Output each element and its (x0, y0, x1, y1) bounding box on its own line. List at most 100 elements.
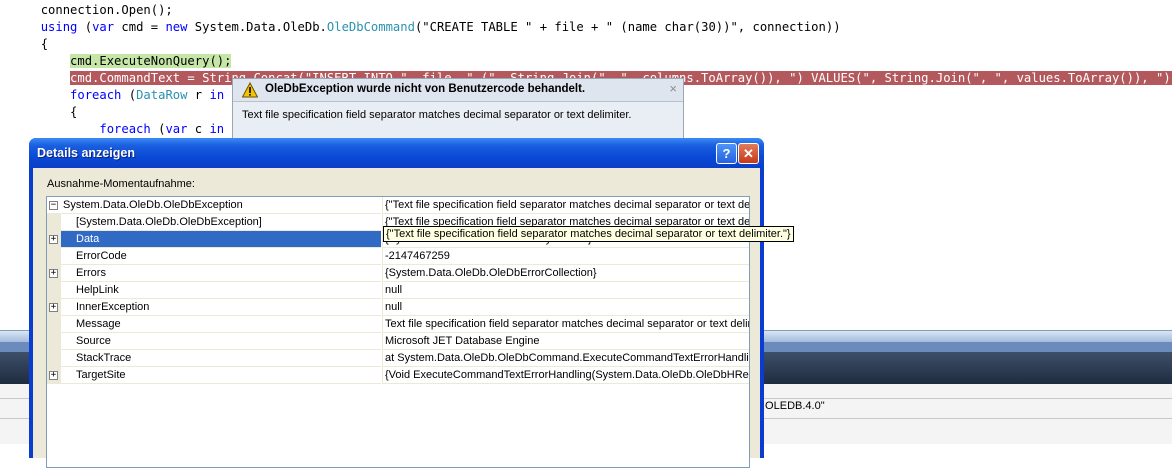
dialog-body: Ausnahme-Momentaufnahme: − System.Data.Ol… (33, 168, 794, 468)
property-name: System.Data.OleDb.OleDbException (63, 199, 243, 211)
property-value-cell[interactable]: at System.Data.OleDb.OleDbCommand.Execut… (382, 350, 750, 367)
code-token: { (70, 105, 78, 119)
property-row[interactable]: Message Text file specification field sep… (47, 316, 749, 333)
close-icon[interactable]: × (669, 81, 677, 96)
code-statement: foreach (DataRow r in ds (70, 88, 246, 102)
row-gutter: + (47, 231, 61, 248)
property-value: null (385, 284, 403, 296)
property-name-cell[interactable]: ErrorCode (61, 248, 381, 265)
property-value: {System.Data.OleDb.OleDbErrorCollection} (385, 267, 597, 279)
row-gutter: − (47, 197, 61, 213)
code-line[interactable]: cmd.ExecuteNonQuery(); (26, 53, 232, 70)
close-button[interactable]: ✕ (738, 143, 759, 164)
code-line[interactable]: foreach (var c in co (26, 121, 246, 138)
property-value-cell[interactable]: Microsoft JET Database Engine (382, 333, 749, 350)
expand-icon[interactable]: + (49, 235, 58, 244)
property-value: Text file specification field separator … (385, 318, 750, 330)
property-value-cell[interactable]: -2147467259 (382, 248, 749, 265)
property-name: StackTrace (76, 352, 132, 364)
snapshot-label: Ausnahme-Momentaufnahme: (47, 178, 195, 190)
help-button[interactable]: ? (716, 143, 737, 164)
property-name-cell[interactable]: Source (61, 333, 381, 350)
code-token: cmd = (114, 20, 166, 34)
code-token: foreach (70, 88, 122, 102)
property-value-cell[interactable]: null (382, 282, 749, 299)
code-token: ( (150, 122, 166, 136)
code-token: ( (121, 88, 137, 102)
code-token: var (92, 20, 115, 34)
property-name-cell[interactable]: − System.Data.OleDb.OleDbException (47, 197, 381, 214)
code-line[interactable]: { (26, 104, 77, 121)
row-gutter: + (47, 265, 61, 282)
code-line[interactable]: foreach (DataRow r in ds (26, 87, 246, 104)
code-line[interactable]: { (26, 36, 48, 53)
property-name-cell[interactable]: Message (61, 316, 381, 333)
property-name-cell[interactable]: [System.Data.OleDb.OleDbException] (61, 214, 381, 231)
code-token: using (40, 20, 78, 34)
code-token: ( (77, 20, 93, 34)
property-value: at System.Data.OleDb.OleDbCommand.Execut… (385, 352, 750, 364)
property-row[interactable]: + InnerException null (47, 299, 749, 316)
property-row[interactable]: + TargetSite {Void ExecuteCommandTextError… (47, 367, 749, 384)
expand-icon[interactable]: + (49, 371, 58, 380)
property-name-cell[interactable]: TargetSite (61, 367, 381, 384)
details-dialog: Details anzeigen ? ✕ Ausnahme-Momentaufn… (29, 138, 794, 468)
property-name: Source (76, 335, 111, 347)
code-line[interactable]: connection.Open(); (26, 2, 173, 19)
property-name: ErrorCode (76, 250, 127, 262)
property-row[interactable]: ErrorCode -2147467259 (47, 248, 749, 265)
row-gutter (47, 333, 61, 350)
title-bar[interactable]: Details anzeigen ? ✕ (29, 138, 764, 168)
code-statement: cmd.ExecuteNonQuery(); (70, 54, 232, 68)
property-value-cell[interactable]: null (382, 299, 749, 316)
value-tooltip: {"Text file specification field separato… (383, 226, 794, 242)
property-row[interactable]: − System.Data.OleDb.OleDbException {"Text … (47, 197, 749, 214)
code-token: connection.Open(); (40, 3, 173, 17)
property-row[interactable]: Source Microsoft JET Database Engine (47, 333, 749, 350)
code-statement: { (70, 105, 77, 119)
property-name-cell[interactable]: Errors (61, 265, 381, 282)
property-row[interactable]: HelpLink null (47, 282, 749, 299)
property-name: TargetSite (76, 369, 126, 381)
row-gutter (47, 248, 61, 265)
row-gutter (47, 350, 61, 367)
property-value: {Void ExecuteCommandTextErrorHandling(Sy… (385, 369, 750, 381)
property-name: [System.Data.OleDb.OleDbException] (76, 216, 262, 228)
code-line[interactable]: using (var cmd = new System.Data.OleDb.O… (26, 19, 841, 36)
property-value-cell[interactable]: Text file specification field separator … (382, 316, 750, 333)
property-value-cell[interactable]: {"Text file specification field separato… (382, 197, 750, 214)
property-name: Message (76, 318, 121, 330)
property-value: -2147467259 (385, 250, 450, 262)
collapse-icon[interactable]: − (49, 201, 58, 210)
code-token: var (165, 122, 188, 136)
property-name-cell[interactable]: HelpLink (61, 282, 381, 299)
property-name-cell[interactable]: InnerException (61, 299, 381, 316)
expand-icon[interactable]: + (49, 269, 58, 278)
expand-icon[interactable]: + (49, 303, 58, 312)
property-name: Data (76, 233, 100, 245)
property-name-cell[interactable]: Data (61, 231, 381, 248)
property-value-cell[interactable]: {Void ExecuteCommandTextErrorHandling(Sy… (382, 367, 750, 384)
property-value: {"Text file specification field separato… (385, 199, 750, 211)
property-row[interactable]: + Errors {System.Data.OleDb.OleDbErrorColl… (47, 265, 749, 282)
property-name-cell[interactable]: StackTrace (61, 350, 381, 367)
code-token: r (187, 88, 210, 102)
property-name: Errors (76, 267, 106, 279)
code-token: { (40, 37, 49, 51)
property-value-cell[interactable]: {System.Data.OleDb.OleDbErrorCollection} (382, 265, 749, 282)
code-token: c (187, 122, 210, 136)
property-name: HelpLink (76, 284, 119, 296)
row-gutter (47, 214, 61, 231)
code-token: new (165, 20, 188, 34)
code-statement: using (var cmd = new System.Data.OleDb.O… (41, 20, 841, 34)
code-token: cmd.ExecuteNonQuery(); (70, 54, 232, 68)
code-token: ("CREATE TABLE " + file + " (name char(3… (414, 20, 841, 34)
property-row[interactable]: StackTrace at System.Data.OleDb.OleDbCom… (47, 350, 749, 367)
code-token: foreach (99, 122, 151, 136)
property-value: null (385, 301, 403, 313)
